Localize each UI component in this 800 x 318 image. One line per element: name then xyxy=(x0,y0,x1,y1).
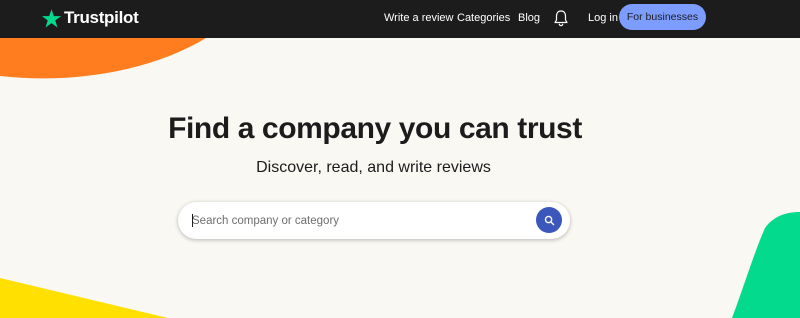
hero-title: Find a company you can trust xyxy=(168,112,582,145)
search-input[interactable] xyxy=(192,211,522,231)
search-button[interactable] xyxy=(536,207,562,233)
trustpilot-logo[interactable]: Trustpilot xyxy=(41,6,139,30)
nav-login-link[interactable]: Log in xyxy=(588,11,618,25)
star-logo-icon xyxy=(41,8,62,28)
green-arc-shape xyxy=(732,212,800,318)
for-businesses-button[interactable]: For businesses xyxy=(619,4,706,30)
nav-write-review-link[interactable]: Write a review xyxy=(384,11,453,25)
orange-blob-shape xyxy=(0,38,206,79)
brand-name: Trustpilot xyxy=(64,8,139,27)
search-bar xyxy=(178,202,570,239)
hero-subtitle: Discover, read, and write reviews xyxy=(256,159,491,176)
yellow-wedge-shape xyxy=(0,278,168,318)
search-icon xyxy=(544,215,554,225)
nav-blog-link[interactable]: Blog xyxy=(518,11,540,25)
top-navigation-bar: Trustpilot Write a review Categories Blo… xyxy=(0,0,800,38)
nav-categories-link[interactable]: Categories xyxy=(457,11,510,25)
bell-icon[interactable] xyxy=(553,9,569,27)
